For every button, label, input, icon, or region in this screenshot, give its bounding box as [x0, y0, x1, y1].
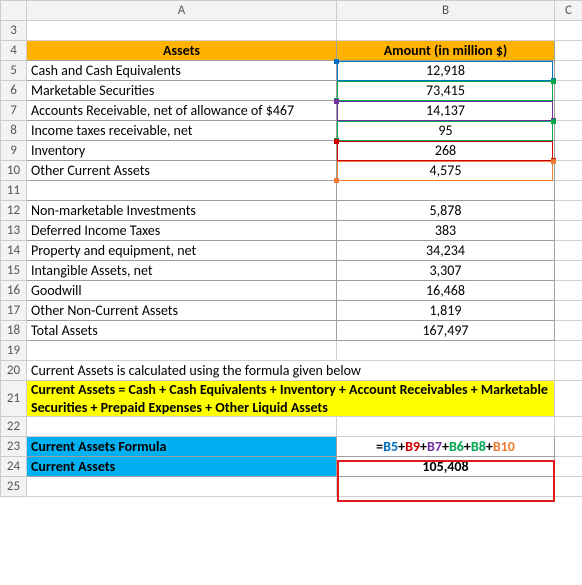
asset-label[interactable]: Income taxes receivable, net [27, 121, 337, 141]
cell[interactable] [27, 341, 337, 361]
cell[interactable] [555, 477, 582, 497]
cell[interactable] [555, 457, 582, 477]
table-header-assets[interactable]: Assets [27, 41, 337, 61]
row-header[interactable]: 13 [1, 221, 27, 241]
asset-value[interactable]: 73,415 [337, 81, 555, 101]
row-header[interactable]: 23 [1, 437, 27, 457]
cell[interactable] [555, 361, 582, 381]
cell[interactable] [555, 181, 582, 201]
asset-value[interactable]: 383 [337, 221, 555, 241]
row-header[interactable]: 11 [1, 181, 27, 201]
row-header[interactable]: 7 [1, 101, 27, 121]
row-header[interactable]: 15 [1, 261, 27, 281]
cell[interactable] [27, 181, 337, 201]
cell[interactable] [337, 477, 555, 497]
asset-value[interactable]: 3,307 [337, 261, 555, 281]
asset-value[interactable]: 268 [337, 141, 555, 161]
asset-label[interactable]: Marketable Securities [27, 81, 337, 101]
row-header[interactable]: 17 [1, 301, 27, 321]
row-header[interactable]: 20 [1, 361, 27, 381]
formula-text: =B5+B9+B7+B6+B8+B10 [376, 438, 515, 455]
asset-value[interactable]: 4,575 [337, 161, 555, 181]
cell[interactable] [555, 221, 582, 241]
row-header[interactable]: 8 [1, 121, 27, 141]
row-header[interactable]: 9 [1, 141, 27, 161]
cell[interactable] [555, 121, 582, 141]
asset-label[interactable]: Other Non-Current Assets [27, 301, 337, 321]
cell[interactable] [555, 41, 582, 61]
row-header[interactable]: 12 [1, 201, 27, 221]
corner-cell[interactable] [1, 1, 27, 21]
cell[interactable] [555, 301, 582, 321]
cell[interactable] [555, 381, 582, 417]
asset-label[interactable]: Deferred Income Taxes [27, 221, 337, 241]
row-header[interactable]: 6 [1, 81, 27, 101]
cell[interactable] [555, 437, 582, 457]
asset-value[interactable]: 5,878 [337, 201, 555, 221]
row-header[interactable]: 18 [1, 321, 27, 341]
asset-label[interactable]: Goodwill [27, 281, 337, 301]
row-header[interactable]: 10 [1, 161, 27, 181]
cell[interactable] [555, 81, 582, 101]
asset-value[interactable]: 12,918 [337, 61, 555, 81]
row-header[interactable]: 16 [1, 281, 27, 301]
formula-row-label[interactable]: Current Assets Formula [27, 437, 337, 457]
row-header[interactable]: 4 [1, 41, 27, 61]
cell[interactable] [555, 141, 582, 161]
asset-value[interactable]: 1,819 [337, 301, 555, 321]
asset-value[interactable]: 14,137 [337, 101, 555, 121]
row-header[interactable]: 14 [1, 241, 27, 261]
formula-cell[interactable]: =B5+B9+B7+B6+B8+B10 [337, 437, 555, 457]
cell[interactable] [555, 21, 582, 41]
asset-value[interactable]: 16,468 [337, 281, 555, 301]
asset-label[interactable]: Property and equipment, net [27, 241, 337, 261]
cell[interactable] [555, 341, 582, 361]
cell[interactable] [555, 417, 582, 437]
formula-description-text: Current Assets = Cash + Cash Equivalents… [31, 381, 548, 416]
col-header-B[interactable]: B [337, 1, 555, 21]
asset-label[interactable]: Non-marketable Investments [27, 201, 337, 221]
asset-label[interactable]: Cash and Cash Equivalents [27, 61, 337, 81]
asset-label[interactable]: Inventory [27, 141, 337, 161]
table-header-amount[interactable]: Amount (in million $) [337, 41, 555, 61]
cell[interactable] [555, 61, 582, 81]
row-header[interactable]: 5 [1, 61, 27, 81]
formula-description[interactable]: Current Assets = Cash + Cash Equivalents… [27, 381, 555, 417]
cell[interactable] [337, 21, 555, 41]
asset-value[interactable]: 34,234 [337, 241, 555, 261]
note-text[interactable]: Current Assets is calculated using the f… [27, 361, 555, 381]
cell[interactable] [555, 201, 582, 221]
cell[interactable] [27, 21, 337, 41]
asset-value[interactable]: 167,497 [337, 321, 555, 341]
cell[interactable] [337, 181, 555, 201]
cell[interactable] [555, 281, 582, 301]
cell[interactable] [555, 321, 582, 341]
row-header[interactable]: 24 [1, 457, 27, 477]
cell[interactable] [27, 477, 337, 497]
asset-label[interactable]: Intangible Assets, net [27, 261, 337, 281]
grid[interactable]: A B C 3 4 Assets Amount (in million $) 5… [0, 0, 582, 497]
row-header[interactable]: 19 [1, 341, 27, 361]
cell[interactable] [555, 261, 582, 281]
cell[interactable] [555, 241, 582, 261]
column-header-row: A B C [1, 1, 582, 21]
result-row-label[interactable]: Current Assets [27, 457, 337, 477]
asset-label[interactable]: Other Current Assets [27, 161, 337, 181]
cell[interactable] [555, 161, 582, 181]
cell[interactable] [337, 417, 555, 437]
spreadsheet-viewport: A B C 3 4 Assets Amount (in million $) 5… [0, 0, 582, 585]
row-header[interactable]: 25 [1, 477, 27, 497]
asset-label[interactable]: Total Assets [27, 321, 337, 341]
row-header[interactable]: 21 [1, 381, 27, 417]
cell[interactable] [337, 341, 555, 361]
row-header[interactable]: 22 [1, 417, 27, 437]
asset-value[interactable]: 95 [337, 121, 555, 141]
asset-label[interactable]: Accounts Receivable, net of allowance of… [27, 101, 337, 121]
col-header-A[interactable]: A [27, 1, 337, 21]
cell[interactable] [555, 101, 582, 121]
result-value[interactable]: 105,408 [337, 457, 555, 477]
cell[interactable] [27, 417, 337, 437]
row-header[interactable]: 3 [1, 21, 27, 41]
col-header-C[interactable]: C [555, 1, 582, 21]
